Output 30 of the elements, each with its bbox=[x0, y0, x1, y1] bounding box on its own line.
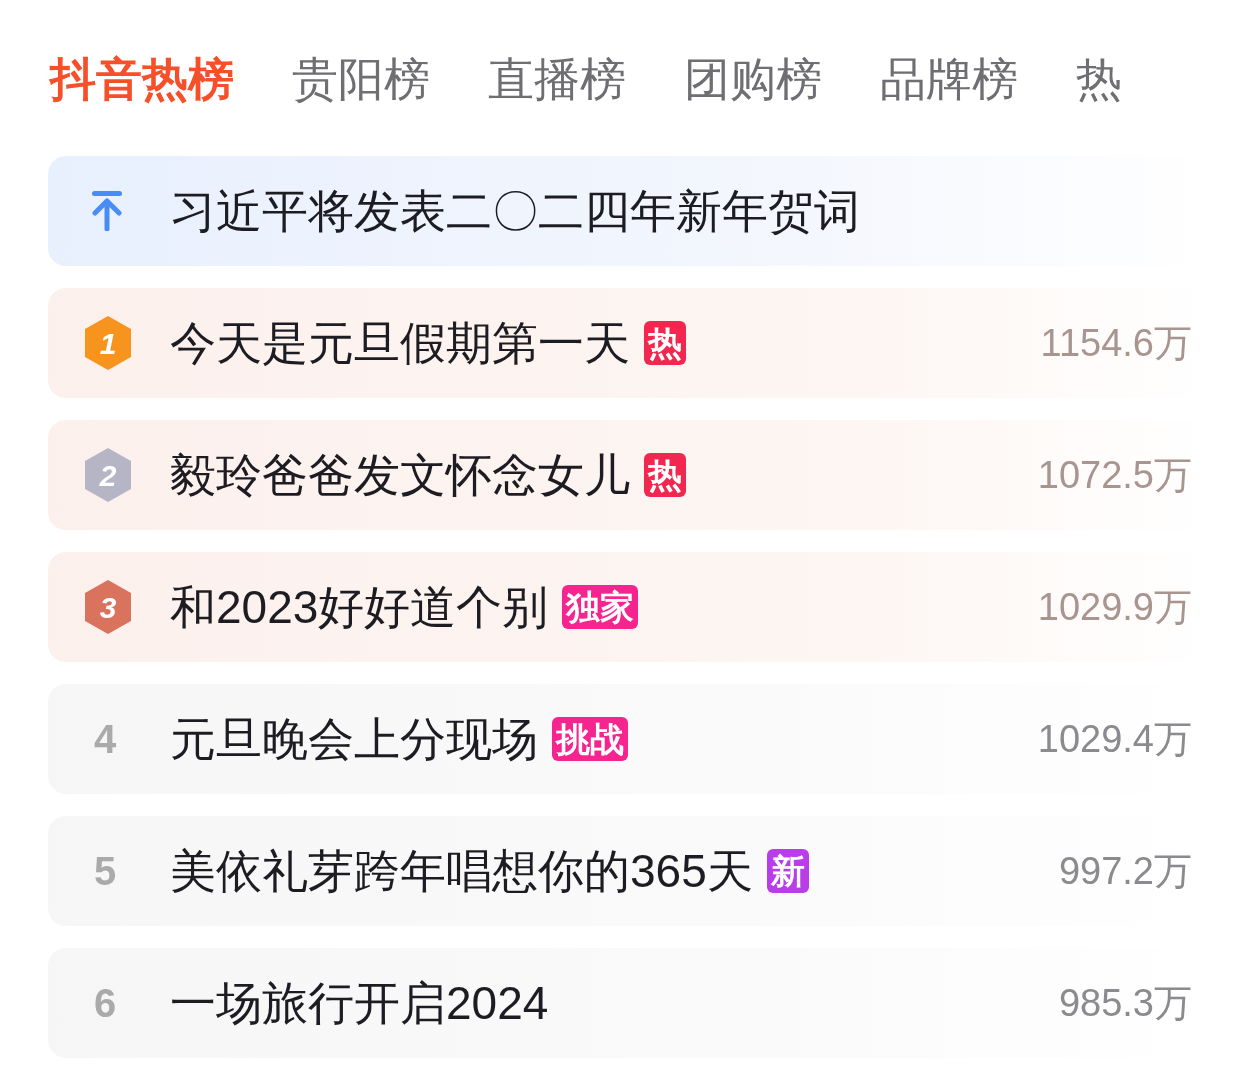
item-title: 毅玲爸爸发文怀念女儿 bbox=[170, 447, 630, 503]
tab[interactable]: 贵阳榜 bbox=[292, 40, 430, 120]
item-title: 习近平将发表二〇二四年新年贺词 bbox=[170, 183, 860, 239]
item-title: 元旦晚会上分现场 bbox=[170, 711, 538, 767]
rank-medal-icon: 2 bbox=[82, 446, 134, 504]
rank-number: 6 bbox=[94, 980, 117, 1027]
tab[interactable]: 团购榜 bbox=[684, 40, 822, 120]
heat-count: 985.3万 bbox=[1058, 980, 1192, 1026]
heat-count: 997.2万 bbox=[1058, 848, 1192, 894]
item-tag: 挑战 bbox=[552, 716, 628, 762]
tab[interactable]: 直播榜 bbox=[488, 40, 626, 120]
pin-top-icon bbox=[90, 191, 124, 231]
item-title: 一场旅行开启2024 bbox=[170, 975, 549, 1031]
item-tag: 新 bbox=[766, 848, 809, 894]
rank-medal-icon: 1 bbox=[82, 314, 134, 372]
heat-count: 1029.9万 bbox=[1037, 584, 1192, 630]
tab[interactable]: 热 bbox=[1076, 40, 1122, 120]
heat-count: 1029.4万 bbox=[1037, 716, 1192, 762]
item-title: 今天是元旦假期第一天 bbox=[170, 315, 630, 371]
item-tag: 独家 bbox=[562, 584, 639, 630]
item-title: 美依礼芽跨年唱想你的365天 bbox=[170, 843, 753, 899]
item-tag: 热 bbox=[644, 320, 686, 366]
rank-number: 5 bbox=[94, 848, 117, 895]
tab[interactable]: 品牌榜 bbox=[880, 40, 1018, 120]
rank-number: 4 bbox=[94, 716, 117, 763]
rank-medal-icon: 3 bbox=[82, 578, 134, 636]
heat-count: 1072.5万 bbox=[1037, 452, 1192, 498]
heat-count: 1154.6万 bbox=[1040, 320, 1192, 366]
item-tag: 热 bbox=[644, 452, 686, 498]
item-title: 和2023好好道个别 bbox=[170, 579, 549, 635]
